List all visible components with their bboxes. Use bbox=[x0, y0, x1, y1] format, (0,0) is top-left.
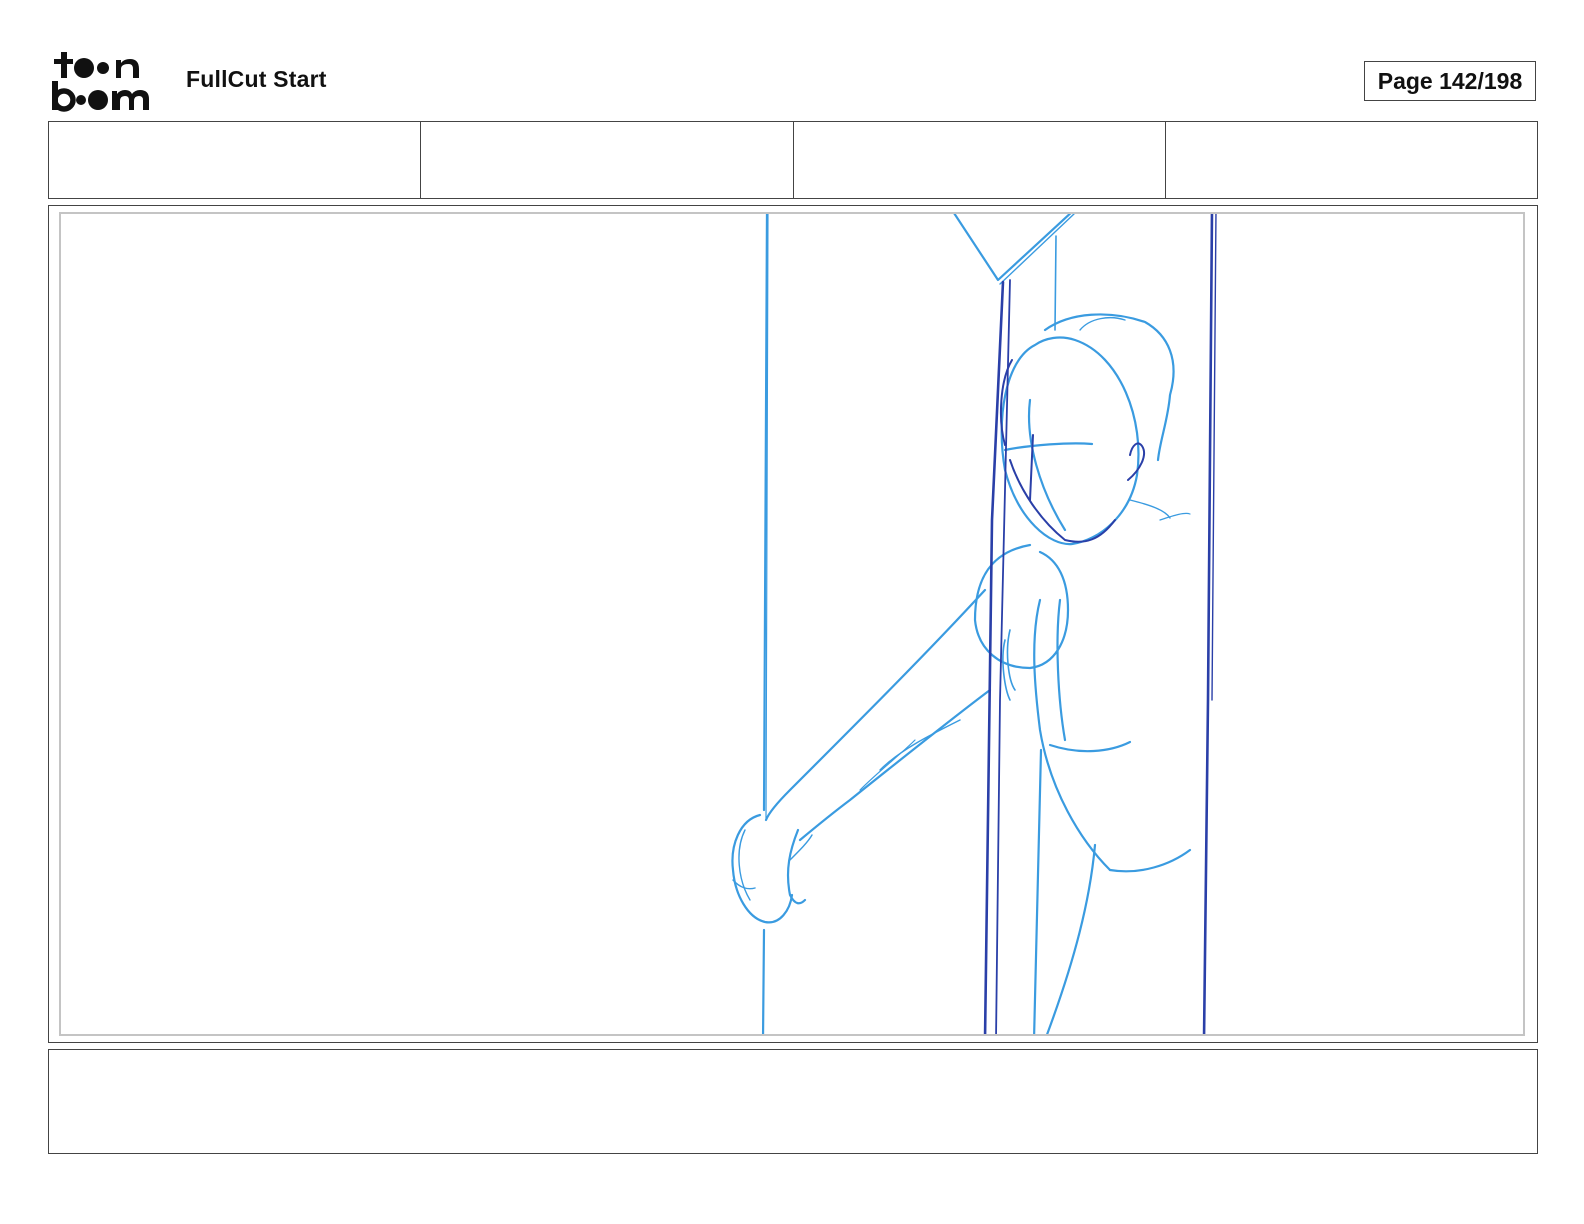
sketch-door-right-edge bbox=[1202, 214, 1214, 1034]
header-field-1 bbox=[49, 122, 422, 198]
toon-boom-logo bbox=[50, 50, 162, 112]
storyboard-panel bbox=[59, 212, 1525, 1036]
sketch-back bbox=[1046, 843, 1097, 1034]
header-field-3 bbox=[794, 122, 1166, 198]
sketch-arm-upper bbox=[764, 588, 987, 822]
caption-box bbox=[48, 1049, 1538, 1154]
header-field-2 bbox=[421, 122, 794, 198]
page-indicator: Page 142/198 bbox=[1364, 61, 1536, 101]
header-fields-row bbox=[48, 121, 1538, 199]
sketch-door-edge bbox=[1033, 748, 1043, 1034]
project-title: FullCut Start bbox=[186, 66, 327, 92]
sketch-head bbox=[1000, 336, 1140, 546]
header-field-4 bbox=[1166, 122, 1537, 198]
sketch-hand bbox=[731, 813, 794, 924]
sketch-shoulder bbox=[973, 543, 1070, 670]
panel-sketch bbox=[731, 214, 1217, 1034]
